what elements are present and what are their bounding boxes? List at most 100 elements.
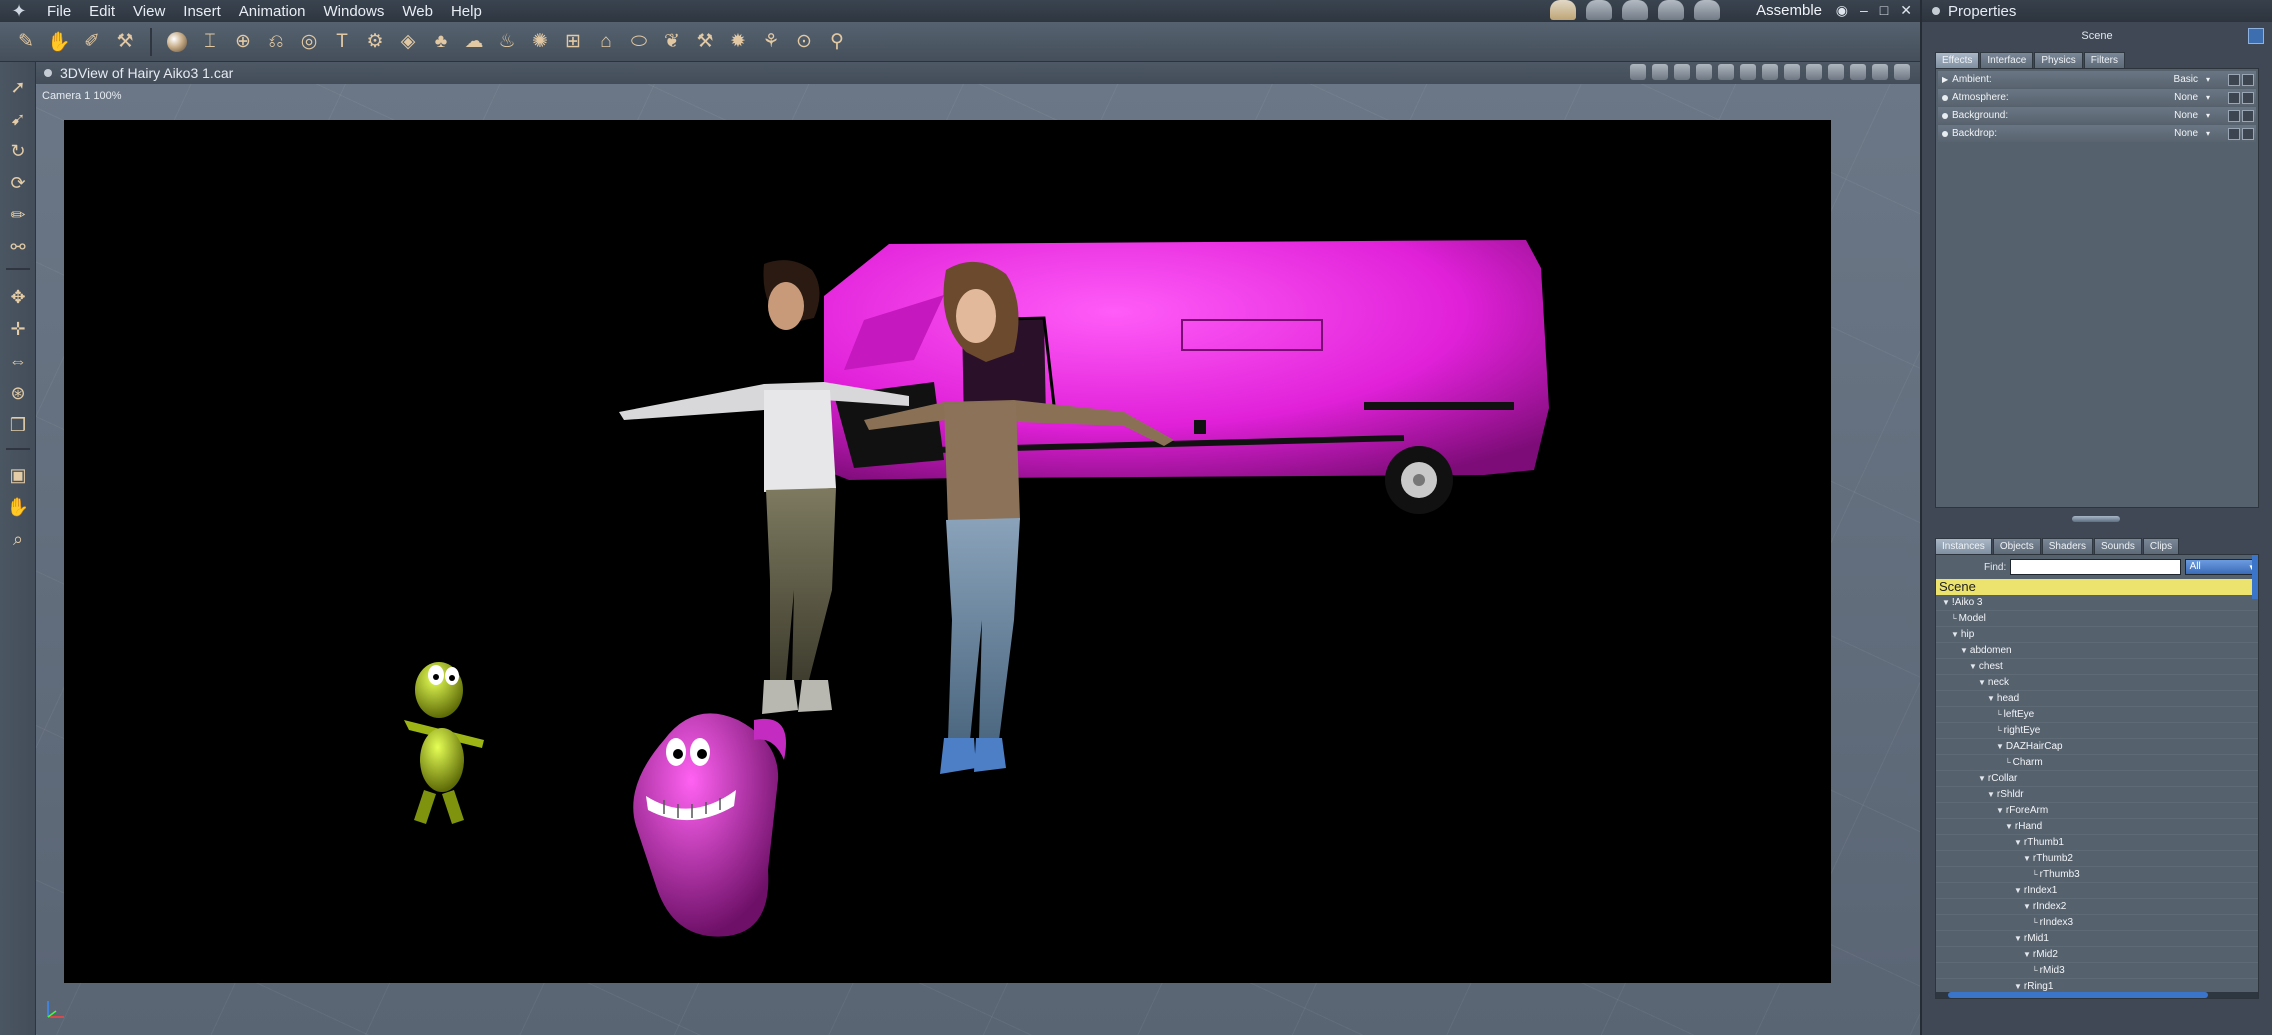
cylinder-primitive-icon[interactable]: ⌶	[196, 28, 224, 56]
face-room-icon[interactable]	[1586, 0, 1612, 20]
shadow-icon[interactable]	[1784, 64, 1800, 80]
effect-value[interactable]: None	[2174, 110, 2198, 121]
globe-icon[interactable]: ⊕	[229, 28, 257, 56]
layout-two-icon[interactable]	[1696, 64, 1712, 80]
box-render-icon[interactable]	[1828, 64, 1844, 80]
tree-row[interactable]: ▼ rIndex2	[1936, 899, 2258, 915]
tree-row[interactable]: ▼ rShldr	[1936, 787, 2258, 803]
hair-room-icon[interactable]	[1622, 0, 1648, 20]
direct-select-icon[interactable]: ➹	[4, 106, 32, 132]
tree-row[interactable]: ▼ rIndex1	[1936, 883, 2258, 899]
horizontal-scrollbar[interactable]	[1936, 992, 2258, 998]
edit-icon[interactable]	[2228, 73, 2240, 86]
effect-row-ambient[interactable]: ▶ Ambient: Basic ▾	[1938, 71, 2256, 88]
dropdown-arrow-icon[interactable]: ▾	[2206, 93, 2210, 102]
tree-row[interactable]: ▼ rMid2	[1936, 947, 2258, 963]
expand-triangle-icon[interactable]: ▼	[1996, 742, 2004, 751]
minimize-icon[interactable]: –	[1860, 2, 1868, 19]
tree-row[interactable]: ▼ chest	[1936, 659, 2258, 675]
zoom-icon[interactable]: ⌕	[4, 526, 32, 552]
dropdown-arrow-icon[interactable]: ▾	[2206, 129, 2210, 138]
leaf-icon[interactable]: ❦	[658, 28, 686, 56]
tab-instances[interactable]: Instances	[1935, 538, 1992, 554]
effect-row-backdrop[interactable]: Backdrop: None ▾	[1938, 125, 2256, 142]
expand-triangle-icon[interactable]: ▼	[2023, 950, 2031, 959]
wrench-icon[interactable]: ⚲	[823, 28, 851, 56]
maximize-icon[interactable]: □	[1880, 2, 1888, 19]
text-tool-icon[interactable]: T	[328, 28, 356, 56]
close-icon[interactable]: ✕	[1900, 2, 1912, 19]
find-input[interactable]	[2010, 559, 2181, 575]
expand-triangle-icon[interactable]: ▼	[2014, 982, 2022, 991]
tree-row[interactable]: ▼ head	[1936, 691, 2258, 707]
box-scale-icon[interactable]: ❒	[4, 412, 32, 438]
tree-row[interactable]: └ leftEye	[1936, 707, 2258, 723]
edit-tool-icon[interactable]: ✎	[12, 28, 40, 56]
tree-row[interactable]: ▼ rThumb1	[1936, 835, 2258, 851]
twist-icon[interactable]: ⟳	[4, 170, 32, 196]
light-icon[interactable]	[1630, 64, 1646, 80]
panel-splitter[interactable]	[1922, 514, 2272, 524]
tree-row[interactable]: ▼ rThumb2	[1936, 851, 2258, 867]
expand-triangle-icon[interactable]: ▼	[1996, 806, 2004, 815]
tree-row[interactable]: ▼ abdomen	[1936, 643, 2258, 659]
pan-hand-icon[interactable]: ✋	[4, 494, 32, 520]
expand-triangle-icon[interactable]: ▼	[2014, 838, 2022, 847]
save-icon[interactable]	[2242, 127, 2254, 140]
menu-file[interactable]: File	[38, 3, 80, 20]
tab-objects[interactable]: Objects	[1992, 538, 2041, 554]
layout-grid-icon[interactable]	[1740, 64, 1756, 80]
expand-triangle-icon[interactable]: ▼	[2014, 886, 2022, 895]
van-model[interactable]	[824, 240, 1549, 514]
expand-triangle-icon[interactable]: ▼	[2014, 934, 2022, 943]
effect-value[interactable]: None	[2174, 128, 2198, 139]
eye-icon[interactable]: ◉	[1836, 2, 1848, 19]
sphere-render-icon[interactable]	[1894, 64, 1910, 80]
cloud-icon[interactable]: ☁	[460, 28, 488, 56]
save-icon[interactable]	[2242, 109, 2254, 122]
splitter-handle-icon[interactable]	[2072, 516, 2120, 522]
expand-triangle-icon[interactable]: ▼	[1969, 662, 1977, 671]
particles-icon[interactable]: ✺	[526, 28, 554, 56]
effect-value[interactable]: Basic	[2174, 74, 2198, 85]
menu-web[interactable]: Web	[393, 3, 442, 20]
rotate-icon[interactable]: ↻	[4, 138, 32, 164]
sphere-primitive-icon[interactable]	[163, 28, 191, 56]
menu-animation[interactable]: Animation	[230, 3, 315, 20]
flame-icon[interactable]: ♨	[493, 28, 521, 56]
filter-select[interactable]: All	[2184, 559, 2258, 575]
tab-physics[interactable]: Physics	[2034, 52, 2083, 68]
move-icon[interactable]: ✥	[4, 284, 32, 310]
tab-sounds[interactable]: Sounds	[2093, 538, 2142, 554]
hand-tool-icon[interactable]: ✋	[45, 28, 73, 56]
scale-icon[interactable]: ⇔	[4, 348, 32, 374]
render-area[interactable]	[64, 120, 1831, 983]
brush-tool-icon[interactable]: ✐	[78, 28, 106, 56]
menu-view[interactable]: View	[124, 3, 174, 20]
terrain-icon[interactable]: ◈	[394, 28, 422, 56]
pencil-icon[interactable]: ✏	[4, 202, 32, 228]
layout-single-icon[interactable]	[1674, 64, 1690, 80]
effect-value[interactable]: None	[2174, 92, 2198, 103]
tree-row[interactable]: └ rightEye	[1936, 723, 2258, 739]
paint-tool-icon[interactable]: ⚒	[111, 28, 139, 56]
tree-row[interactable]: └ Charm	[1936, 755, 2258, 771]
tree-row[interactable]: ▼ neck	[1936, 675, 2258, 691]
camera-icon[interactable]: ▣	[4, 462, 32, 488]
wireframe-icon[interactable]	[1806, 64, 1822, 80]
edit-icon[interactable]	[2228, 127, 2240, 140]
tree-row[interactable]: └ rIndex3	[1936, 915, 2258, 931]
content-room-icon[interactable]	[1694, 0, 1720, 20]
target-icon[interactable]: ⊙	[790, 28, 818, 56]
menu-insert[interactable]: Insert	[174, 3, 230, 20]
tree-row[interactable]: ▼ !Aiko 3	[1936, 595, 2258, 611]
scroll-thumb[interactable]	[1948, 992, 2208, 998]
menu-edit[interactable]: Edit	[80, 3, 124, 20]
plant-icon[interactable]: ♣	[427, 28, 455, 56]
expand-triangle-icon[interactable]: ▼	[1978, 678, 1986, 687]
dropdown-arrow-icon[interactable]: ▾	[2206, 111, 2210, 120]
expand-triangle-icon[interactable]: ▼	[1978, 774, 1986, 783]
pipe-icon[interactable]: ⎌	[262, 28, 290, 56]
link-icon[interactable]: ⚯	[4, 234, 32, 260]
pink-monster-figure[interactable]	[633, 713, 786, 937]
